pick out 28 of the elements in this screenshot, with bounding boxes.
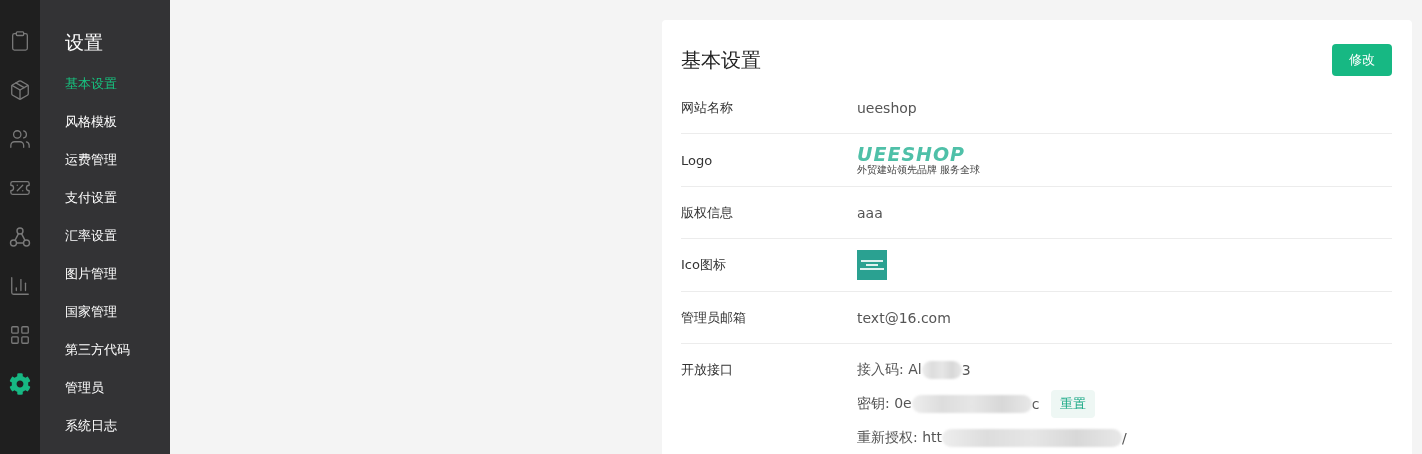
field-label: Logo [681,152,714,168]
sidebar-item[interactable]: 第三方代码 [65,341,170,379]
field-label: 开放接口 [681,361,734,379]
sidebar-title: 设置 [65,30,103,55]
sidebar-item[interactable]: 汇率设置 [65,227,170,265]
field-label: 管理员邮箱 [681,308,747,327]
sidebar-item[interactable]: 支付设置 [65,189,170,227]
api-line-text: 密钥: 0e [857,395,912,413]
sidebar-item[interactable]: 风格模板 [65,113,170,151]
api-line-text: / [1122,430,1127,446]
sidebar-item[interactable]: 系统日志 [65,417,170,454]
field-value: text@16.com [857,309,951,326]
sidebar-item[interactable]: 运费管理 [65,151,170,189]
api-line-text: 3 [961,362,971,378]
api-line-text: c [1031,396,1040,412]
sidebar-item[interactable]: 基本设置 [65,75,170,113]
field-value: aaa [857,204,883,221]
sidebar-item[interactable]: 国家管理 [65,303,170,341]
sidebar-item[interactable]: 管理员 [65,379,170,417]
field-label: 版权信息 [681,203,734,222]
field-label: 网站名称 [681,98,734,117]
field-label: Ico图标 [681,256,727,274]
sidebar-item[interactable]: 图片管理 [65,265,170,303]
card-title: 基本设置 [681,46,761,74]
api-line-text: 接入码: Al [857,361,922,379]
field-value: ueeshop [857,99,917,116]
logo: UEESHOP 外贸建站领先品牌 服务全球 [857,144,981,176]
api-line-text: 重新授权: htt [857,429,943,447]
